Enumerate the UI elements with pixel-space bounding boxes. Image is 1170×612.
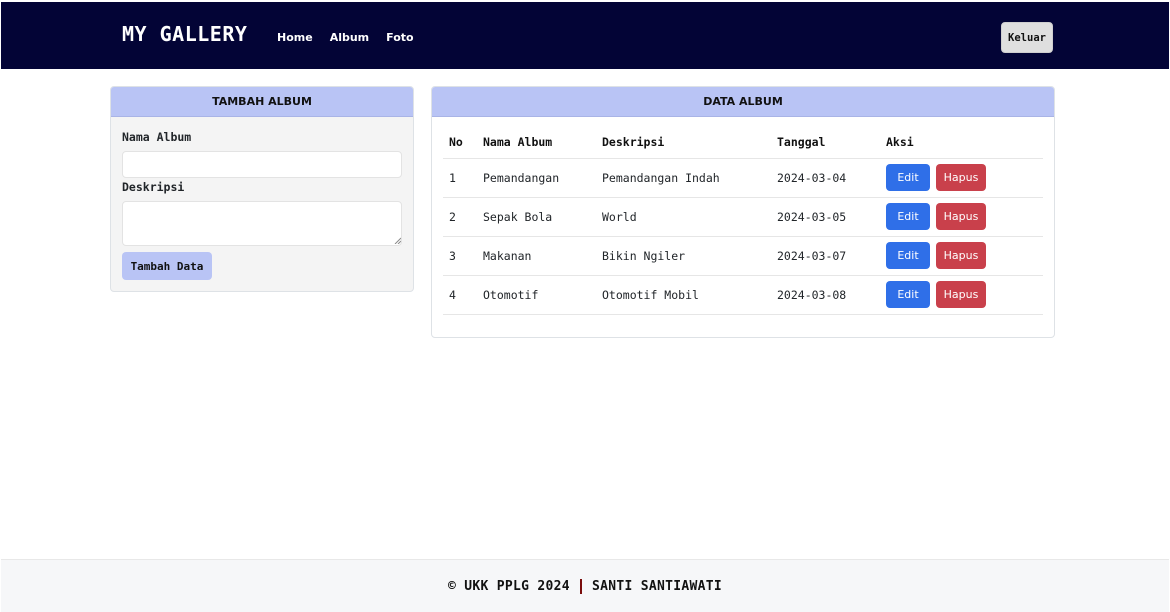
- row-description: Bikin Ngiler: [596, 235, 771, 275]
- add-album-card: TAMBAH ALBUM Nama Album Deskripsi Tambah…: [110, 86, 414, 292]
- nav-link-home[interactable]: Home: [277, 31, 313, 44]
- table-row: 3 Makanan Bikin Ngiler 2024-03-07 Edit Ha…: [443, 235, 1043, 275]
- row-date: 2024-03-04: [771, 157, 880, 197]
- album-name-input[interactable]: [122, 151, 402, 178]
- row-no: 2: [443, 196, 477, 236]
- edit-button[interactable]: Edit: [886, 203, 930, 230]
- column-header-no: No: [449, 135, 463, 150]
- row-no: 3: [443, 235, 477, 275]
- album-name-label: Nama Album: [122, 130, 192, 144]
- album-table: No Nama Album Deskripsi Tanggal Aksi 1 P…: [443, 127, 1043, 315]
- description-label: Deskripsi: [122, 180, 185, 194]
- table-row: 1 Pemandangan Pemandangan Indah 2024-03-…: [443, 157, 1043, 197]
- delete-button[interactable]: Hapus: [936, 203, 986, 230]
- row-actions: Edit Hapus: [880, 274, 1043, 315]
- row-actions: Edit Hapus: [880, 235, 1043, 275]
- column-header-date: Tanggal: [777, 135, 826, 150]
- column-header-name: Nama Album: [483, 135, 553, 150]
- row-no: 1: [443, 157, 477, 197]
- row-album-name: Pemandangan: [477, 157, 596, 197]
- row-no: 4: [443, 274, 477, 315]
- row-date: 2024-03-08: [771, 274, 880, 315]
- logout-button[interactable]: Keluar: [1001, 22, 1053, 53]
- row-actions: Edit Hapus: [880, 157, 1043, 197]
- row-description: Otomotif Mobil: [596, 274, 771, 315]
- row-date: 2024-03-07: [771, 235, 880, 275]
- row-album-name: Sepak Bola: [477, 196, 596, 236]
- nav-link-album[interactable]: Album: [330, 31, 369, 44]
- row-description: Pemandangan Indah: [596, 157, 771, 197]
- table-row: 4 Otomotif Otomotif Mobil 2024-03-08 Edi…: [443, 274, 1043, 315]
- column-header-description: Deskripsi: [602, 135, 665, 150]
- nav-link-foto[interactable]: Foto: [386, 31, 413, 44]
- edit-button[interactable]: Edit: [886, 164, 930, 191]
- album-data-header: DATA ALBUM: [432, 87, 1054, 117]
- footer-author: SANTI SANTIAWATI: [591, 578, 722, 594]
- add-data-button[interactable]: Tambah Data: [122, 252, 212, 280]
- nav-links: Home Album Foto: [277, 31, 431, 44]
- edit-button[interactable]: Edit: [886, 242, 930, 269]
- delete-button[interactable]: Hapus: [936, 242, 986, 269]
- row-album-name: Makanan: [477, 235, 596, 275]
- row-album-name: Otomotif: [477, 274, 596, 315]
- album-data-card: DATA ALBUM No Nama Album Deskripsi Tangg…: [431, 86, 1055, 338]
- delete-button[interactable]: Hapus: [936, 281, 986, 308]
- description-textarea[interactable]: [122, 201, 402, 246]
- delete-button[interactable]: Hapus: [936, 164, 986, 191]
- table-row: 2 Sepak Bola World 2024-03-05 Edit Hapus: [443, 196, 1043, 236]
- navbar: MY GALLERY Home Album Foto Keluar: [1, 2, 1169, 69]
- edit-button[interactable]: Edit: [886, 281, 930, 308]
- row-date: 2024-03-05: [771, 196, 880, 236]
- row-description: World: [596, 196, 771, 236]
- footer-separator: [579, 578, 582, 594]
- footer: © UKK PPLG 2024 SANTI SANTIAWATI: [1, 559, 1169, 612]
- add-album-header: TAMBAH ALBUM: [111, 87, 413, 117]
- table-header-row: No Nama Album Deskripsi Tanggal Aksi: [443, 127, 1043, 158]
- column-header-actions: Aksi: [886, 135, 914, 150]
- row-actions: Edit Hapus: [880, 196, 1043, 236]
- footer-copyright: © UKK PPLG 2024: [448, 578, 570, 594]
- brand-title[interactable]: MY GALLERY: [122, 22, 247, 46]
